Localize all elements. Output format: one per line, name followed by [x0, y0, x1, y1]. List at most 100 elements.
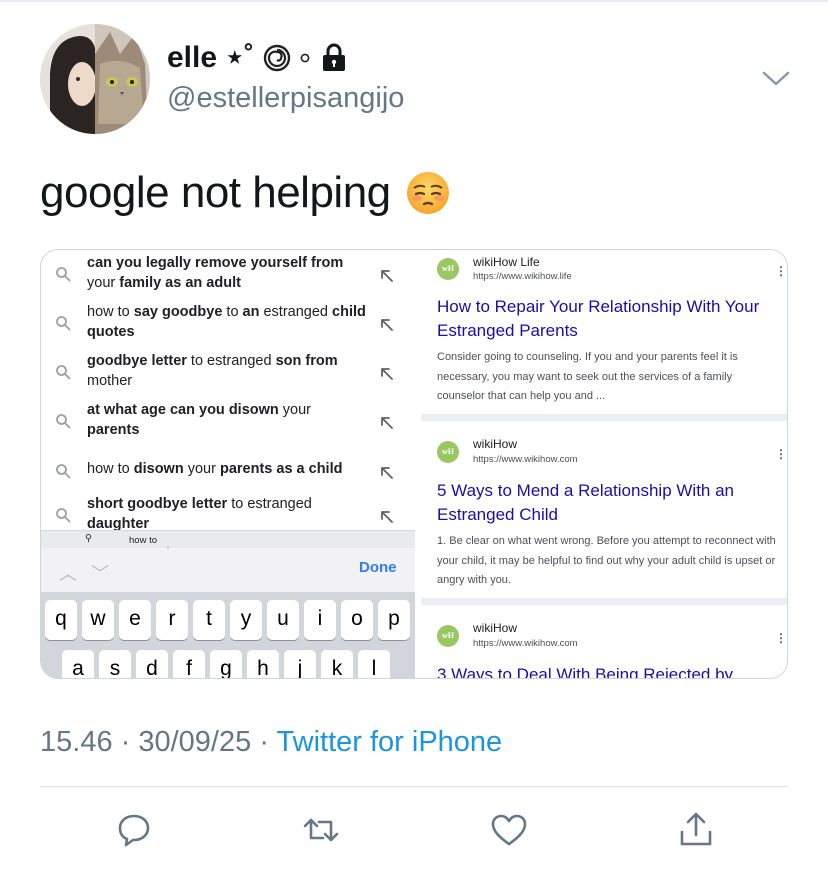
meta-separator: ·	[259, 726, 277, 758]
keyboard-key: y	[230, 600, 262, 640]
wikihow-favicon-icon: wH	[437, 625, 459, 647]
more-options-icon: ⋮	[775, 447, 787, 461]
suggestion-bold-text: at what age can you disown	[87, 402, 279, 418]
fill-query-arrow-icon	[379, 465, 395, 481]
result-url: https://www.wikihow.life	[473, 271, 572, 282]
more-options-icon: ⋮	[775, 631, 787, 645]
suggestion-text: how to say goodbye to an estranged child…	[87, 303, 367, 342]
pensive-face-emoji-icon	[406, 172, 449, 214]
keyboard-key: j	[284, 650, 316, 678]
keyboard-key: o	[341, 600, 373, 640]
result-title: 3 Ways to Deal With Being Rejected by	[437, 665, 734, 679]
search-suggestion: how to say goodbye to an estranged child…	[41, 303, 415, 352]
suggestion-text: how to disown your parents as a child	[87, 460, 367, 480]
suggestion-plain-text: how to	[87, 461, 134, 477]
meta-separator: ·	[120, 726, 139, 758]
actions-divider	[40, 786, 788, 787]
keyboard-key: d	[136, 650, 168, 678]
suggestion-plain-text: how to	[87, 304, 134, 320]
author-handle[interactable]: @estellerpisangijo	[167, 82, 404, 115]
keyboard-key: h	[247, 650, 279, 678]
keyboard-key: w	[82, 600, 114, 640]
spiral-emoji-icon	[263, 44, 291, 71]
keyboard-key: p	[378, 600, 410, 640]
suggestion-bold-text: can you legally remove yourself from	[87, 255, 344, 271]
retweet-icon[interactable]	[301, 810, 341, 850]
tweet-date: 30/09/25	[138, 726, 252, 758]
keyboard-key: s	[99, 650, 131, 678]
wikihow-favicon-icon: wH	[437, 258, 459, 280]
search-suggestion: at what age can you disown your parents	[41, 401, 415, 450]
done-button: Done	[359, 559, 397, 576]
suggestion-bold-text: an	[242, 304, 260, 320]
tweet-media[interactable]: can you legally remove yourself from you…	[40, 249, 788, 679]
keyboard-key: u	[267, 600, 299, 640]
like-icon[interactable]	[489, 810, 529, 850]
result-separator	[421, 414, 787, 421]
avatar-image	[40, 24, 150, 134]
reply-icon[interactable]	[114, 810, 154, 850]
suggestion-plain-text: your	[278, 402, 312, 418]
suggestion-text: can you legally remove yourself from you…	[87, 254, 367, 293]
result-site: wikiHow	[473, 621, 518, 635]
search-suggestion: goodbye letter to estranged son from mot…	[41, 352, 415, 401]
up-down-arrows-icon: ︿﹀	[59, 564, 123, 584]
share-icon[interactable]	[676, 810, 716, 850]
result-site: wikiHow	[473, 437, 518, 451]
result-url: https://www.wikihow.com	[473, 638, 578, 649]
author-name[interactable]: elle ⋆˚	[167, 40, 348, 75]
keyboard-accessory-bar: ︿﹀ Done	[41, 548, 415, 592]
suggestion-bold-text: parents as a child	[219, 461, 343, 477]
fill-query-arrow-icon	[379, 268, 395, 284]
keyboard-key: a	[62, 650, 94, 678]
suggestion-bold-text: disown	[133, 461, 184, 477]
suggestion-bold-text: son from	[275, 353, 338, 369]
keyboard-key: k	[321, 650, 353, 678]
result-snippet: Consider going to counseling. If you and…	[437, 351, 738, 402]
query-bar: ⚲ how to get out of meeting your estrang…	[41, 530, 415, 612]
keyboard-key: t	[193, 600, 225, 640]
suggestion-plain-text: your	[87, 274, 120, 291]
tweet-time: 15.46	[40, 726, 113, 758]
keyboard-key: l	[358, 650, 390, 678]
suggestion-bold-text: family as an adult	[119, 274, 241, 291]
suggestion-plain-text: estranged	[259, 304, 333, 320]
keyboard-key: f	[173, 650, 205, 678]
keyboard-key: g	[210, 650, 242, 678]
result-separator	[421, 598, 787, 605]
suggestion-plain-text: your	[183, 461, 220, 477]
tweet-body: google not helping	[40, 168, 391, 217]
keyboard-key: q	[45, 600, 77, 640]
wikihow-favicon-icon: wH	[437, 441, 459, 463]
more-options-icon: ⋮	[775, 264, 787, 278]
search-suggestion: can you legally remove yourself from you…	[41, 254, 415, 303]
search-results-screenshot[interactable]: wH wikiHow Life https://www.wikihow.life…	[421, 250, 787, 679]
result-title: How to Repair Your Relationship With You…	[437, 297, 760, 340]
display-name[interactable]: elle ⋆˚	[167, 40, 254, 75]
search-icon	[55, 413, 71, 429]
fill-query-arrow-icon	[379, 366, 395, 382]
keyboard-key: i	[304, 600, 336, 640]
keyboard: qwertyuiop asdfghjkl	[41, 592, 415, 678]
search-suggestions-screenshot[interactable]: can you legally remove yourself from you…	[41, 250, 415, 678]
avatar[interactable]	[40, 24, 150, 134]
search-icon	[55, 266, 71, 282]
keyboard-key: r	[156, 600, 188, 640]
suggestion-plain-text: to	[222, 304, 243, 320]
suggestion-bold-text: short goodbye letter	[87, 496, 228, 512]
result-site: wikiHow Life	[473, 255, 540, 269]
fill-query-arrow-icon	[379, 415, 395, 431]
chevron-down-icon[interactable]	[760, 64, 792, 92]
tweet-metadata: 15.46 · 30/09/25 · Twitter for iPhone	[40, 726, 502, 759]
search-icon	[55, 507, 71, 523]
tweet-text: google not helping	[40, 168, 451, 218]
search-icon	[55, 463, 71, 479]
fill-query-arrow-icon	[379, 509, 395, 525]
result-snippet: 1. Be clear on what went wrong. Before y…	[437, 535, 776, 586]
tweet-source-link[interactable]: Twitter for iPhone	[277, 726, 503, 758]
suggestion-text: short goodbye letter to estranged daught…	[87, 495, 367, 534]
suggestion-plain-text: mother	[87, 372, 133, 389]
suggestion-bold-text: say goodbye	[133, 304, 223, 320]
result-title: 5 Ways to Mend a Relationship With an Es…	[437, 481, 735, 524]
top-divider	[0, 0, 828, 2]
